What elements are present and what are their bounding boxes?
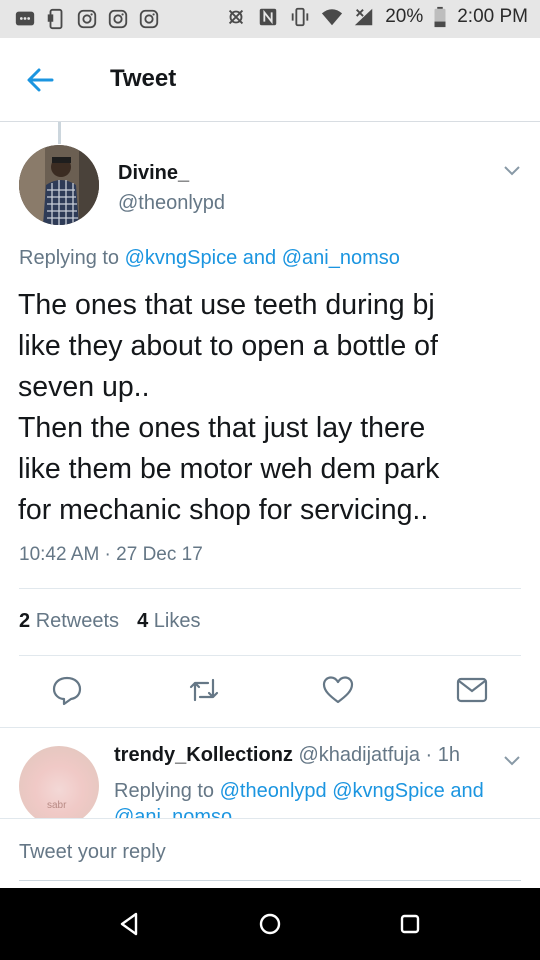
likes-count: 4: [137, 610, 149, 632]
battery-percent: 20%: [385, 6, 424, 27]
avatar[interactable]: sabr: [19, 746, 99, 818]
avatar-text: sabr: [47, 800, 67, 811]
nav-home-icon[interactable]: [256, 910, 284, 938]
likes-label: Likes: [153, 610, 201, 632]
mention-link[interactable]: @ani_nomso: [282, 247, 400, 269]
page-title: Tweet: [110, 65, 177, 92]
signal-icon: [353, 6, 375, 28]
instagram-icon: [138, 8, 160, 30]
battery-icon: [433, 6, 447, 28]
like-icon[interactable]: [320, 672, 356, 708]
thread-connector: [58, 122, 61, 144]
replying-and: and: [242, 247, 277, 269]
status-bar-system: 20% 2:00 PM: [225, 6, 528, 28]
author-name[interactable]: Divine_: [118, 162, 189, 185]
alarm-icon: [225, 6, 247, 28]
chevron-down-icon[interactable]: [502, 750, 522, 770]
instagram-icon: [76, 8, 98, 30]
retweets-count: 2: [19, 610, 31, 632]
replying-to: Replying to @kvngSpice and @ani_nomso: [19, 247, 400, 270]
message-icon[interactable]: [454, 672, 490, 708]
wifi-icon: [321, 6, 343, 28]
status-time: 2:00 PM: [457, 6, 528, 27]
system-nav-bar: [0, 888, 540, 960]
mention-link[interactable]: @kvngSpice: [125, 247, 238, 269]
reply-replying-prefix: Replying to: [114, 780, 215, 802]
app-bar: Tweet: [0, 38, 540, 122]
status-bar-notifications: [14, 8, 160, 30]
tweet-actions: [0, 672, 540, 712]
reply-author[interactable]: trendy_Kollectionz @khadijatfuja · 1h: [114, 744, 460, 767]
message-icon: [14, 8, 36, 30]
phone-icon: [45, 8, 67, 30]
tweet-text: The ones that use teeth during bj like t…: [18, 289, 440, 526]
replying-prefix: Replying to: [19, 247, 120, 269]
reply-input[interactable]: Tweet your reply: [19, 841, 521, 881]
reply-author-handle: @khadijatfuja · 1h: [298, 744, 460, 766]
status-bar: 20% 2:00 PM: [0, 0, 540, 38]
reply-composer: Tweet your reply: [0, 818, 540, 888]
retweets-label: Retweets: [35, 610, 120, 632]
nfc-icon: [257, 6, 279, 28]
avatar[interactable]: [19, 145, 99, 225]
divider: [19, 588, 521, 589]
reply-icon[interactable]: [49, 672, 85, 708]
tweet-stats: 2 Retweets 4 Likes: [19, 610, 200, 633]
tweet-timestamp: 10:42 AM · 27 Dec 17: [19, 544, 203, 565]
reply-tweet[interactable]: sabr trendy_Kollectionz @khadijatfuja · …: [0, 728, 540, 818]
reply-replying-to: Replying to @theonlypd @kvngSpice and @a…: [114, 778, 534, 818]
reply-author-name: trendy_Kollectionz: [114, 744, 293, 766]
nav-back-icon[interactable]: [116, 910, 144, 938]
back-arrow-icon[interactable]: [22, 64, 58, 96]
chevron-down-icon[interactable]: [502, 160, 522, 180]
instagram-icon: [107, 8, 129, 30]
retweets-stat[interactable]: 2 Retweets: [19, 610, 119, 633]
likes-stat[interactable]: 4 Likes: [137, 610, 200, 633]
vibrate-icon: [289, 6, 311, 28]
divider: [19, 655, 521, 656]
retweet-icon[interactable]: [186, 672, 222, 708]
author-handle[interactable]: @theonlypd: [118, 192, 225, 215]
nav-recents-icon[interactable]: [396, 910, 424, 938]
